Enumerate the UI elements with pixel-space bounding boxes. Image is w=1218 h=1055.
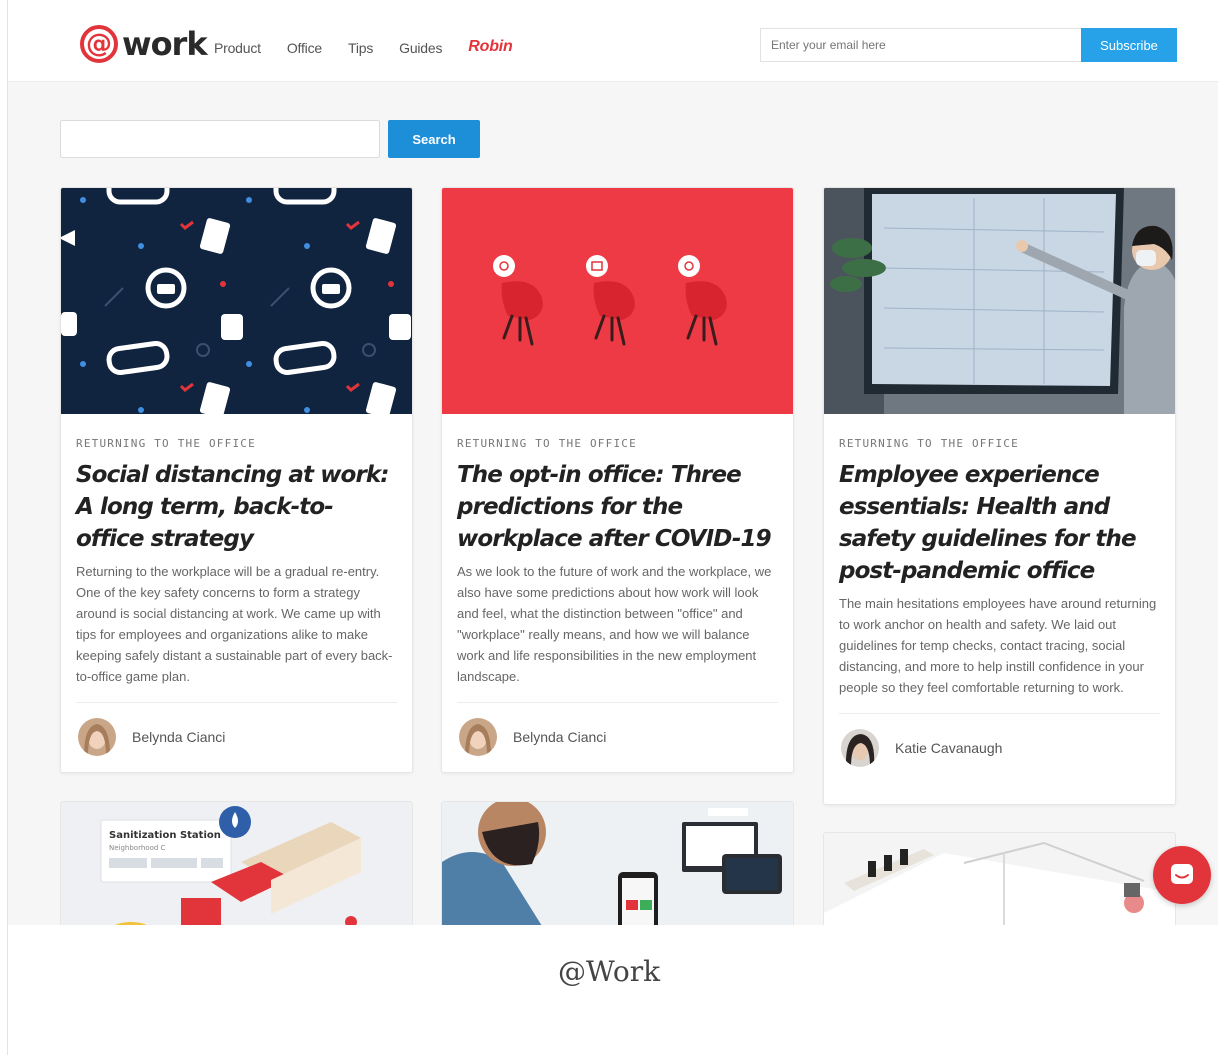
author-name[interactable]: Katie Cavanaugh xyxy=(895,740,1002,756)
logo-wordmark: work xyxy=(122,25,208,63)
search-input[interactable] xyxy=(60,120,380,158)
sanitization-subtitle: Neighborhood C xyxy=(109,844,166,852)
screenshot-frame: @ work Product Office Tips Guides Robin … xyxy=(8,0,1218,925)
article-card-partial[interactable] xyxy=(823,832,1176,925)
chat-launcher-button[interactable] xyxy=(1153,846,1211,904)
article-image-red-chairs[interactable] xyxy=(442,188,793,414)
article-title[interactable]: The opt-in office: Three predictions for… xyxy=(457,459,778,555)
image-caption: @Work xyxy=(557,955,661,988)
article-card[interactable]: RETURNING TO THE OFFICE Employee experie… xyxy=(823,187,1176,805)
author-name[interactable]: Belynda Cianci xyxy=(132,729,225,745)
author-row: Katie Cavanaugh xyxy=(839,713,1160,781)
author-row: Belynda Cianci xyxy=(76,702,397,770)
pattern-illustration xyxy=(61,188,411,414)
chat-icon xyxy=(1171,864,1193,884)
search-button[interactable]: Search xyxy=(388,120,480,158)
nav-item-product[interactable]: Product xyxy=(214,40,261,56)
author-row: Belynda Cianci xyxy=(457,702,778,770)
avatar-illustration xyxy=(78,717,116,756)
article-image-presentation[interactable] xyxy=(824,188,1175,414)
sanitization-illustration: Sanitization Station Neighborhood C xyxy=(100,806,361,925)
article-excerpt: The main hesitations employees have arou… xyxy=(839,596,1157,695)
article-category[interactable]: RETURNING TO THE OFFICE xyxy=(839,437,1160,450)
nav-item-guides[interactable]: Guides xyxy=(399,40,442,56)
main-nav: Product Office Tips Guides Robin xyxy=(214,38,539,56)
article-card[interactable]: RETURNING TO THE OFFICE Social distancin… xyxy=(60,187,413,773)
chairs-illustration xyxy=(493,255,727,346)
subscribe-button[interactable]: Subscribe xyxy=(1081,28,1177,62)
sanitization-title: Sanitization Station xyxy=(109,830,221,841)
article-card[interactable]: RETURNING TO THE OFFICE The opt-in offic… xyxy=(441,187,794,773)
article-category[interactable]: RETURNING TO THE OFFICE xyxy=(76,437,397,450)
site-logo[interactable]: @ work xyxy=(80,22,208,66)
article-title[interactable]: Social distancing at work: A long term, … xyxy=(76,459,397,555)
device-photo xyxy=(442,802,793,925)
nav-item-office[interactable]: Office xyxy=(287,40,322,56)
nav-item-robin[interactable]: Robin xyxy=(468,38,513,56)
author-avatar[interactable] xyxy=(841,728,879,767)
site-header: @ work Product Office Tips Guides Robin … xyxy=(8,0,1218,82)
article-card-partial[interactable]: Sanitization Station Neighborhood C xyxy=(60,801,413,925)
article-category[interactable]: RETURNING TO THE OFFICE xyxy=(457,437,778,450)
avatar-illustration xyxy=(841,728,879,767)
author-name[interactable]: Belynda Cianci xyxy=(513,729,606,745)
floorplan-illustration xyxy=(824,841,1175,925)
article-image-distancing-pattern[interactable] xyxy=(61,188,412,414)
presentation-photo xyxy=(824,188,1175,414)
avatar-illustration xyxy=(459,717,497,756)
article-title[interactable]: Employee experience essentials: Health a… xyxy=(839,459,1160,587)
author-avatar[interactable] xyxy=(459,717,497,756)
page-left-edge xyxy=(0,0,8,1055)
email-input[interactable] xyxy=(760,28,1081,62)
article-excerpt: As we look to the future of work and the… xyxy=(457,564,772,684)
article-card-partial[interactable] xyxy=(441,801,794,925)
logo-at-symbol: @ xyxy=(80,25,118,63)
nav-item-tips[interactable]: Tips xyxy=(348,40,373,56)
author-avatar[interactable] xyxy=(78,717,116,756)
article-excerpt: Returning to the workplace will be a gra… xyxy=(76,564,393,684)
